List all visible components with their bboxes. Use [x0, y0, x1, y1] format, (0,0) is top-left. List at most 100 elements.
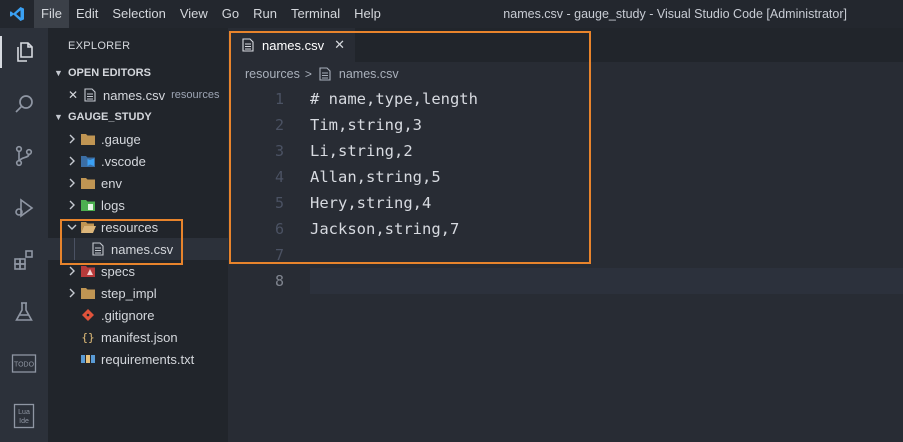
- close-icon[interactable]: ✕: [68, 88, 82, 102]
- tree-item-label: logs: [101, 197, 125, 213]
- tab-close-icon[interactable]: ✕: [334, 37, 345, 53]
- code-line-current[interactable]: 8: [228, 268, 903, 294]
- extensions-icon[interactable]: [0, 240, 48, 280]
- folder-icon: [80, 175, 96, 191]
- line-number: 5: [274, 194, 284, 212]
- tree-item-env[interactable]: env: [48, 172, 228, 194]
- logs-folder-icon: [80, 197, 96, 213]
- tree-item-gitignore[interactable]: .gitignore: [48, 304, 228, 326]
- tab-bar: names.csv ✕: [228, 28, 903, 62]
- tree-item-label: resources: [101, 219, 159, 235]
- tree-item-resources[interactable]: resources: [48, 216, 228, 238]
- chevron-right-icon: >: [304, 67, 312, 81]
- folder-open-icon: [80, 219, 96, 235]
- chevron-right-icon: [64, 178, 80, 188]
- folder-icon: [80, 131, 96, 147]
- line-number: 4: [274, 168, 284, 186]
- workspace-section[interactable]: ▼ GAUGE_STUDY: [48, 106, 228, 128]
- lua-icon-label-2: Ide: [19, 418, 29, 425]
- file-icon: [317, 66, 333, 82]
- lua-icon-label-1: Lua: [18, 409, 30, 416]
- line-number: 6: [274, 220, 284, 238]
- indent-guide: [74, 238, 75, 260]
- menu-bar: File Edit Selection View Go Run Terminal…: [34, 0, 388, 28]
- tree-item-requirements-txt[interactable]: requirements.txt: [48, 348, 228, 370]
- chevron-down-icon: [64, 223, 80, 231]
- code-line[interactable]: 2 Tim,string,3: [228, 112, 903, 138]
- code-line[interactable]: 6 Jackson,string,7: [228, 216, 903, 242]
- open-editor-folder: resources: [171, 89, 220, 101]
- requirements-icon: [80, 351, 96, 367]
- tree-item-label: step_impl: [101, 285, 157, 301]
- breadcrumb: resources > names.csv: [228, 62, 903, 86]
- file-icon: [82, 87, 98, 103]
- chevron-down-icon: ▼: [54, 112, 63, 122]
- vscode-logo-icon[interactable]: [0, 0, 34, 28]
- tree-item-step-impl[interactable]: step_impl: [48, 282, 228, 304]
- menu-view[interactable]: View: [173, 0, 215, 28]
- menu-terminal[interactable]: Terminal: [284, 0, 347, 28]
- code-line[interactable]: 4 Allan,string,5: [228, 164, 903, 190]
- menu-help[interactable]: Help: [347, 0, 388, 28]
- chevron-right-icon: [64, 134, 80, 144]
- chevron-right-icon: [64, 200, 80, 210]
- todo-icon[interactable]: TODO: [0, 344, 48, 384]
- menu-selection[interactable]: Selection: [105, 0, 172, 28]
- run-debug-icon[interactable]: [0, 188, 48, 228]
- open-editor-item[interactable]: ✕ names.csv resources: [48, 84, 228, 106]
- breadcrumb-file[interactable]: names.csv: [339, 67, 399, 81]
- code-line[interactable]: 3 Li,string,2: [228, 138, 903, 164]
- todo-icon-label: TODO: [14, 362, 35, 369]
- code-editor[interactable]: 1 # name,type,length 2 Tim,string,3 3 Li…: [228, 86, 903, 294]
- line-number: 2: [274, 116, 284, 134]
- tree-item-label: .gauge: [101, 131, 141, 147]
- tree-item-specs[interactable]: specs: [48, 260, 228, 282]
- tab-label: names.csv: [262, 37, 325, 53]
- tree-item-label: specs: [101, 263, 135, 279]
- line-text: Allan,string,5: [310, 168, 441, 186]
- chevron-right-icon: [64, 156, 80, 166]
- tree-item-manifest-json[interactable]: {} manifest.json: [48, 326, 228, 348]
- activity-bar: TODO Lua Ide: [0, 28, 48, 442]
- explorer-icon[interactable]: [0, 32, 48, 72]
- code-line[interactable]: 7: [228, 242, 903, 268]
- menu-file[interactable]: File: [34, 0, 69, 28]
- tree-item-gauge[interactable]: .gauge: [48, 128, 228, 150]
- lua-ide-icon[interactable]: Lua Ide: [0, 396, 48, 436]
- code-line[interactable]: 1 # name,type,length: [228, 86, 903, 112]
- tree-item-label: manifest.json: [101, 329, 178, 345]
- tree-item-label: env: [101, 175, 122, 191]
- source-control-icon[interactable]: [0, 136, 48, 176]
- tree-item-logs[interactable]: logs: [48, 194, 228, 216]
- line-number: 3: [274, 142, 284, 160]
- menu-go[interactable]: Go: [215, 0, 246, 28]
- chevron-down-icon: ▼: [54, 68, 63, 78]
- tree-item-label: requirements.txt: [101, 351, 195, 367]
- specs-folder-icon: [80, 263, 96, 279]
- line-number: 8: [274, 272, 284, 290]
- menu-run[interactable]: Run: [246, 0, 284, 28]
- git-icon: [80, 307, 96, 323]
- testing-icon[interactable]: [0, 292, 48, 332]
- line-text: Hery,string,4: [310, 194, 432, 212]
- workspace-label: GAUGE_STUDY: [68, 111, 152, 123]
- menu-edit[interactable]: Edit: [69, 0, 105, 28]
- line-number: 1: [274, 90, 284, 108]
- code-line[interactable]: 5 Hery,string,4: [228, 190, 903, 216]
- folder-icon: [80, 285, 96, 301]
- file-icon: [90, 241, 106, 257]
- file-icon: [240, 37, 256, 53]
- tab-names-csv[interactable]: names.csv ✕: [228, 28, 356, 62]
- open-editors-label: OPEN EDITORS: [68, 67, 151, 79]
- tree-item-names-csv[interactable]: names.csv: [48, 238, 228, 260]
- chevron-right-icon: [64, 266, 80, 276]
- editor-area: names.csv ✕ resources > names.csv 1 # na…: [228, 28, 903, 442]
- chevron-right-icon: [64, 288, 80, 298]
- tree-item-vscode[interactable]: .vscode: [48, 150, 228, 172]
- open-editors-section[interactable]: ▼ OPEN EDITORS: [48, 62, 228, 84]
- tree-item-label: .vscode: [101, 153, 146, 169]
- search-icon[interactable]: [0, 84, 48, 124]
- breadcrumb-folder[interactable]: resources: [245, 67, 300, 81]
- vscode-folder-icon: [80, 153, 96, 169]
- line-text: Li,string,2: [310, 142, 413, 160]
